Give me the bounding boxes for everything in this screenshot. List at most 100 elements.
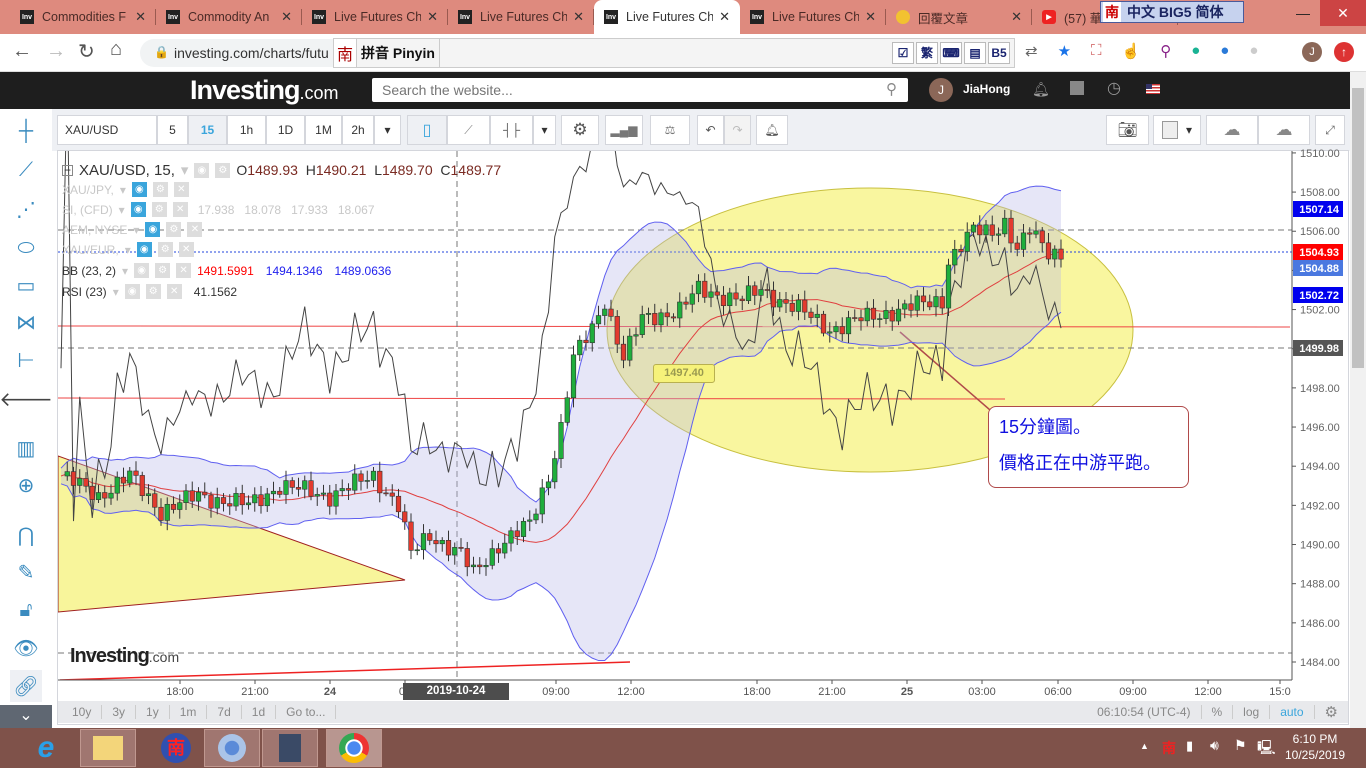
system-clock[interactable]: 6:10 PM 10/25/2019: [1284, 732, 1346, 762]
annotation-callout[interactable]: 15分鐘圖。 價格正在中游平跑。: [988, 406, 1189, 488]
compare-symbol[interactable]: AEM, NYSE: [62, 223, 127, 237]
settings-icon[interactable]: ⚙: [166, 222, 182, 237]
dropdown-icon[interactable]: ▾: [120, 183, 126, 197]
compare-symbol[interactable]: XAU/EUR,: [62, 243, 119, 257]
range-1m[interactable]: 1m: [170, 705, 208, 719]
candle: [820, 310, 827, 337]
dropdown-icon[interactable]: ▾: [125, 243, 131, 257]
ime-app-icon[interactable]: 南: [148, 729, 204, 767]
candle: [945, 258, 952, 316]
low-label: L: [374, 162, 382, 178]
show-hidden-icons[interactable]: ▲: [1140, 741, 1149, 751]
settings-icon[interactable]: ⚙: [155, 263, 171, 278]
remove-icon[interactable]: ✕: [176, 263, 192, 278]
compare-value: 18.078: [244, 202, 282, 217]
visibility-icon[interactable]: ◉: [124, 284, 140, 299]
range-1y[interactable]: 1y: [136, 705, 170, 719]
y-tick-label: 1488.00: [1300, 579, 1340, 591]
internet-explorer-icon[interactable]: e: [18, 729, 74, 767]
y-tick-label: 1510.00: [1300, 148, 1340, 160]
visibility-icon[interactable]: ◉: [136, 242, 152, 257]
bb-label[interactable]: BB (23, 2): [62, 264, 116, 278]
chromium-icon[interactable]: [204, 729, 260, 767]
percent-scale-toggle[interactable]: %: [1202, 705, 1234, 719]
range-10y[interactable]: 10y: [62, 705, 103, 719]
compare-series-legend: AEM, NYSE ▾ ◉ ⚙ ✕: [62, 222, 203, 237]
compare-symbol[interactable]: XAU/JPY,: [62, 183, 114, 197]
open-value: 1489.93: [247, 162, 298, 178]
x-tick-label: 09:00: [1119, 686, 1147, 698]
chart-clock: 06:10:54 (UTC-4): [1087, 705, 1202, 719]
rsi-label[interactable]: RSI (23): [62, 285, 107, 299]
visibility-icon[interactable]: ◉: [131, 182, 147, 197]
compare-series-legend: SI, (CFD) ▾ ◉ ⚙ ✕ 17.938 18.078 17.933 18.067: [62, 202, 375, 217]
power-tray-icon[interactable]: ▮: [1186, 738, 1193, 754]
compare-value: 17.933: [291, 202, 328, 217]
legend-dropdown-icon[interactable]: ▾: [181, 161, 189, 179]
dropdown-icon[interactable]: ▾: [122, 264, 128, 278]
ime-tray-icon[interactable]: 南: [1162, 738, 1176, 758]
action-center-flag-icon[interactable]: ⚑: [1234, 737, 1247, 754]
range-goto[interactable]: Go to...: [276, 705, 337, 719]
visibility-icon[interactable]: ◉: [134, 263, 150, 278]
annotation-line-2: 價格正在中游平跑。: [999, 453, 1161, 473]
chrome-icon[interactable]: [326, 729, 382, 767]
candle: [577, 335, 583, 361]
file-explorer-icon[interactable]: [80, 729, 136, 767]
scale-settings-gear-icon[interactable]: ⚙: [1315, 703, 1348, 721]
range-7d[interactable]: 7d: [207, 705, 242, 719]
rsi-legend: RSI (23) ▾ ◉ ⚙ ✕ 41.1562: [62, 284, 237, 299]
remove-icon[interactable]: ✕: [178, 242, 194, 257]
y-tick-label: 1506.00: [1300, 226, 1340, 238]
price-axis-label: 1504.88: [1293, 260, 1343, 276]
dropdown-icon[interactable]: ▾: [113, 285, 119, 299]
auto-scale-toggle[interactable]: auto: [1270, 705, 1315, 719]
compare-symbol[interactable]: SI, (CFD): [62, 203, 113, 217]
range-3y[interactable]: 3y: [102, 705, 137, 719]
windows-taskbar: e 南 ▲ 南 ▮ 🔊︎ ⚑ 🖳 6:10 PM 10/25/2019: [0, 728, 1366, 768]
network-icon[interactable]: 🖳: [1257, 737, 1276, 761]
notepad-app-icon[interactable]: [262, 729, 318, 767]
price-note-label[interactable]: 1497.40: [653, 364, 715, 383]
price-axis-label: 1507.14: [1293, 201, 1343, 217]
rsi-value: 41.1562: [193, 284, 238, 299]
collapse-legend-icon[interactable]: −: [62, 164, 73, 176]
visibility-icon[interactable]: ◉: [194, 162, 210, 178]
compare-value: 17.938: [197, 202, 235, 217]
settings-icon[interactable]: ⚙: [215, 162, 231, 178]
svg-text:1504.88: 1504.88: [1299, 263, 1339, 275]
dropdown-icon[interactable]: ▾: [133, 223, 139, 237]
chart-bottom-bar: 10y 3y 1y 1m 7d 1d Go to... 06:10:54 (UTC-4) %…: [58, 701, 1348, 723]
crosshair-time-label: 2019-10-24 05:00:00: [403, 683, 509, 714]
high-label: H: [305, 162, 316, 178]
x-tick-label: 06:00: [1044, 686, 1072, 698]
y-tick-label: 1494.00: [1300, 461, 1340, 473]
visibility-icon[interactable]: ◉: [145, 222, 161, 237]
settings-icon[interactable]: ⚙: [152, 182, 168, 197]
legend-symbol[interactable]: XAU/USD, 15,: [79, 162, 175, 179]
range-1d[interactable]: 1d: [242, 705, 277, 719]
settings-icon[interactable]: ⚙: [151, 202, 167, 217]
scrollbar-thumb[interactable]: [1352, 88, 1364, 368]
price-axis-label: 1504.93: [1293, 244, 1343, 260]
remove-icon[interactable]: ✕: [173, 182, 189, 197]
y-tick-label: 1486.00: [1300, 618, 1340, 630]
visibility-icon[interactable]: ◉: [130, 202, 146, 217]
log-scale-toggle[interactable]: log: [1233, 705, 1271, 719]
y-tick-label: 1484.00: [1300, 657, 1340, 669]
settings-icon[interactable]: ⚙: [145, 284, 161, 299]
remove-icon[interactable]: ✕: [187, 222, 203, 237]
remove-icon[interactable]: ✕: [166, 284, 182, 299]
page-scrollbar[interactable]: [1350, 72, 1366, 728]
svg-text:1502.72: 1502.72: [1299, 290, 1339, 302]
price-chart[interactable]: 1510.001508.001506.001504.001502.001500.…: [0, 0, 1366, 768]
remove-icon[interactable]: ✕: [172, 202, 188, 217]
y-tick-label: 1492.00: [1300, 500, 1340, 512]
dropdown-icon[interactable]: ▾: [119, 203, 125, 217]
y-tick-label: 1502.00: [1300, 305, 1340, 317]
bb-legend: BB (23, 2) ▾ ◉ ⚙ ✕ 1491.5991 1494.1346 1489…: [62, 263, 391, 278]
volume-icon[interactable]: 🔊︎: [1210, 737, 1219, 754]
x-tick-label: 15:0: [1269, 686, 1290, 698]
settings-icon[interactable]: ⚙: [157, 242, 173, 257]
bb-upper-value: 1494.1346: [265, 263, 323, 278]
